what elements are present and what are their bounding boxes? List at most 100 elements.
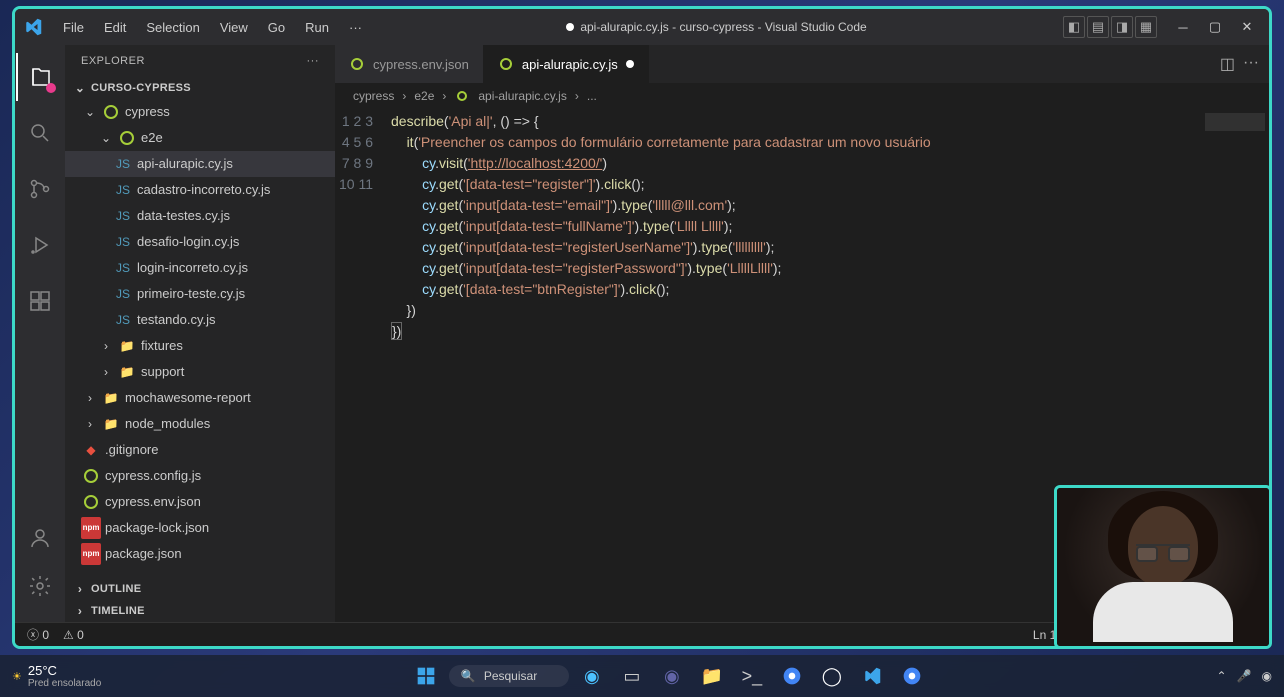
menu-view[interactable]: View (212, 16, 256, 39)
menu-go[interactable]: Go (260, 16, 293, 39)
search-icon: 🔍 (461, 669, 476, 683)
tab-cypress-env[interactable]: cypress.env.json (335, 45, 484, 83)
line-numbers: 1 2 3 4 5 6 7 8 9 10 11 (335, 109, 391, 622)
folder-icon: 📁 (119, 338, 135, 354)
cypress-file-icon (498, 56, 514, 72)
tray-chevron-icon[interactable]: ⌃ (1217, 669, 1227, 683)
window-title: api-alurapic.cy.js - curso-cypress - Vis… (370, 20, 1063, 34)
account-icon[interactable] (16, 514, 64, 562)
minimize-button[interactable]: ─ (1169, 13, 1197, 41)
settings-icon[interactable] (16, 562, 64, 610)
obs-icon[interactable]: ◯ (815, 659, 849, 693)
errors-count[interactable]: ⓧ 0 (27, 626, 49, 643)
search-icon[interactable] (16, 109, 64, 157)
extensions-icon[interactable] (16, 277, 64, 325)
sun-icon: ☀ (12, 670, 22, 683)
weather-widget[interactable]: ☀ 25°CPred ensolarado (12, 663, 101, 689)
taskbar: ☀ 25°CPred ensolarado 🔍Pesquisar ◉ ▭ ◉ 📁… (0, 655, 1284, 697)
terminal-icon[interactable]: >_ (735, 659, 769, 693)
js-file-icon: JS (115, 182, 131, 198)
folder-mochawesome[interactable]: ›📁mochawesome-report (65, 385, 335, 411)
js-file-icon: JS (115, 286, 131, 302)
js-file-icon: JS (115, 312, 131, 328)
cypress-file-icon (349, 56, 365, 72)
layout-panel-left-icon[interactable]: ◧ (1063, 16, 1085, 38)
folder-support[interactable]: ›📁support (65, 359, 335, 385)
file-primeiro[interactable]: JSprimeiro-teste.cy.js (65, 281, 335, 307)
file-tree: ⌄cypress ⌄e2e JSapi-alurapic.cy.js JScad… (65, 99, 335, 578)
tab-api-alurapic[interactable]: api-alurapic.cy.js (484, 45, 649, 83)
file-login-incorreto[interactable]: JSlogin-incorreto.cy.js (65, 255, 335, 281)
js-file-icon: JS (115, 156, 131, 172)
file-cypress-env[interactable]: cypress.env.json (65, 489, 335, 515)
vscode-logo-icon (23, 17, 43, 37)
git-icon: ◆ (83, 442, 99, 458)
split-editor-icon[interactable]: ◫ (1220, 54, 1235, 74)
folder-node-modules[interactable]: ›📁node_modules (65, 411, 335, 437)
task-view-icon[interactable]: ▭ (615, 659, 649, 693)
tray-mic-icon[interactable]: 🎤 (1237, 669, 1252, 683)
file-desafio[interactable]: JSdesafio-login.cy.js (65, 229, 335, 255)
menu-bar: File Edit Selection View Go Run ··· (55, 16, 370, 39)
file-api-alurapic[interactable]: JSapi-alurapic.cy.js (65, 151, 335, 177)
file-package[interactable]: npmpackage.json (65, 541, 335, 567)
project-header[interactable]: ⌄ CURSO-CYPRESS (65, 77, 335, 99)
debug-icon[interactable] (16, 221, 64, 269)
explorer-icon[interactable] (16, 53, 64, 101)
chrome-icon-2[interactable] (895, 659, 929, 693)
layout-panel-right-icon[interactable]: ◨ (1111, 16, 1133, 38)
chevron-right-icon: › (99, 365, 113, 379)
layout-buttons: ◧ ▤ ◨ ▦ (1063, 16, 1157, 38)
more-icon[interactable]: ··· (307, 55, 320, 67)
outline-section[interactable]: ›OUTLINE (65, 578, 335, 600)
menu-selection[interactable]: Selection (138, 16, 207, 39)
warnings-count[interactable]: ⚠ 0 (63, 628, 84, 642)
explorer-header: EXPLORER ··· (65, 45, 335, 77)
js-file-icon: JS (115, 208, 131, 224)
cypress-file-icon (83, 494, 99, 510)
menu-more[interactable]: ··· (341, 16, 370, 39)
chevron-right-icon: › (73, 582, 87, 596)
breadcrumb[interactable]: cypress› e2e› api-alurapic.cy.js› ... (335, 83, 1269, 109)
chevron-down-icon: ⌄ (73, 81, 87, 95)
timeline-section[interactable]: ›TIMELINE (65, 600, 335, 622)
tray-icon[interactable]: ◉ (1262, 669, 1272, 683)
chevron-right-icon: › (83, 391, 97, 405)
teams-icon[interactable]: ◉ (655, 659, 689, 693)
layout-panel-bottom-icon[interactable]: ▤ (1087, 16, 1109, 38)
file-package-lock[interactable]: npmpackage-lock.json (65, 515, 335, 541)
folder-fixtures[interactable]: ›📁fixtures (65, 333, 335, 359)
folder-cypress[interactable]: ⌄cypress (65, 99, 335, 125)
file-cypress-config[interactable]: cypress.config.js (65, 463, 335, 489)
file-gitignore[interactable]: ◆.gitignore (65, 437, 335, 463)
maximize-button[interactable]: ▢ (1201, 13, 1229, 41)
js-file-icon: JS (115, 234, 131, 250)
sidebar: EXPLORER ··· ⌄ CURSO-CYPRESS ⌄cypress ⌄e… (65, 45, 335, 622)
source-control-icon[interactable] (16, 165, 64, 213)
start-button[interactable] (409, 659, 443, 693)
file-testando[interactable]: JStestando.cy.js (65, 307, 335, 333)
folder-icon: 📁 (103, 416, 119, 432)
taskbar-search[interactable]: 🔍Pesquisar (449, 665, 569, 687)
folder-icon: 📁 (119, 364, 135, 380)
vscode-app-icon[interactable] (855, 659, 889, 693)
folder-e2e[interactable]: ⌄e2e (65, 125, 335, 151)
menu-edit[interactable]: Edit (96, 16, 134, 39)
menu-file[interactable]: File (55, 16, 92, 39)
folder-icon: 📁 (103, 390, 119, 406)
layout-custom-icon[interactable]: ▦ (1135, 16, 1157, 38)
chevron-down-icon: ⌄ (83, 105, 97, 119)
explorer-app-icon[interactable]: 📁 (695, 659, 729, 693)
file-data-testes[interactable]: JSdata-testes.cy.js (65, 203, 335, 229)
menu-run[interactable]: Run (297, 16, 337, 39)
activity-bar (15, 45, 65, 622)
more-actions-icon[interactable]: ··· (1243, 54, 1259, 74)
npm-icon: npm (83, 520, 99, 536)
webcam-overlay (1054, 485, 1272, 649)
file-cadastro[interactable]: JScadastro-incorreto.cy.js (65, 177, 335, 203)
close-button[interactable]: ✕ (1233, 13, 1261, 41)
dirty-indicator-icon (626, 60, 634, 68)
chrome-icon[interactable] (775, 659, 809, 693)
copilot-icon[interactable]: ◉ (575, 659, 609, 693)
title-bar: File Edit Selection View Go Run ··· api-… (15, 9, 1269, 45)
